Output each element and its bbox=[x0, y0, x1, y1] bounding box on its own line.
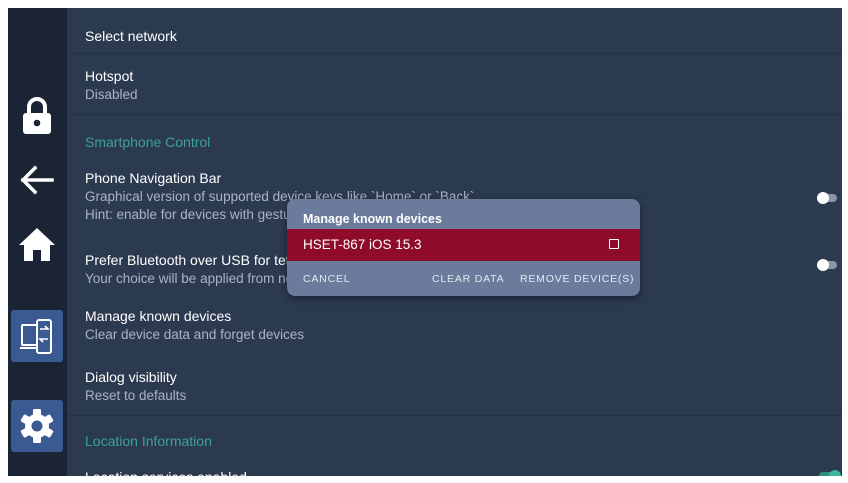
divider bbox=[67, 415, 842, 416]
dialog-title: Manage known devices bbox=[303, 212, 442, 226]
hotspot-item[interactable]: Hotspot Disabled bbox=[85, 67, 842, 104]
toggle-knob bbox=[829, 470, 841, 476]
manage-devices-subtitle: Clear device data and forget devices bbox=[85, 327, 305, 342]
dialog-visibility-subtitle: Reset to defaults bbox=[85, 388, 187, 403]
sidebar bbox=[8, 8, 67, 476]
clear-data-button[interactable]: CLEAR DATA bbox=[432, 273, 504, 285]
manage-devices-dialog: Manage known devices HSET-867 iOS 15.3 C… bbox=[287, 199, 640, 296]
location-services-item[interactable]: Location services enabled bbox=[85, 468, 842, 476]
toggle-knob bbox=[817, 192, 829, 204]
cancel-button[interactable]: CANCEL bbox=[303, 273, 350, 285]
home-icon[interactable] bbox=[11, 218, 63, 270]
lock-icon[interactable] bbox=[11, 90, 63, 142]
device-checkbox[interactable] bbox=[609, 239, 619, 249]
select-network-item[interactable]: Select network bbox=[85, 27, 842, 46]
gear-icon[interactable] bbox=[11, 400, 63, 452]
manage-devices-title: Manage known devices bbox=[85, 308, 232, 324]
device-name: HSET-867 iOS 15.3 bbox=[303, 237, 422, 252]
location-services-toggle[interactable] bbox=[819, 470, 841, 476]
location-services-title: Location services enabled bbox=[85, 468, 842, 476]
dialog-visibility-title: Dialog visibility bbox=[85, 369, 177, 385]
dialog-visibility-item[interactable]: Dialog visibility Reset to defaults bbox=[85, 368, 842, 405]
smartphone-control-header: Smartphone Control bbox=[85, 134, 211, 150]
hotspot-title: Hotspot bbox=[85, 68, 134, 84]
back-arrow-icon[interactable] bbox=[11, 154, 63, 206]
select-network-label: Select network bbox=[85, 28, 177, 44]
divider bbox=[67, 53, 842, 54]
location-information-header: Location Information bbox=[85, 433, 212, 449]
phone-mirror-icon[interactable] bbox=[11, 310, 63, 362]
nav-bar-title: Phone Navigation Bar bbox=[85, 170, 222, 186]
device-list-item[interactable]: HSET-867 iOS 15.3 bbox=[287, 229, 640, 261]
hotspot-subtitle: Disabled bbox=[85, 87, 138, 102]
bluetooth-toggle[interactable] bbox=[817, 259, 839, 271]
toggle-knob bbox=[817, 259, 829, 271]
divider bbox=[67, 114, 842, 115]
remove-devices-button[interactable]: REMOVE DEVICE(S) bbox=[520, 273, 634, 285]
manage-known-devices-item[interactable]: Manage known devices Clear device data a… bbox=[85, 307, 842, 344]
nav-bar-toggle[interactable] bbox=[817, 192, 839, 204]
